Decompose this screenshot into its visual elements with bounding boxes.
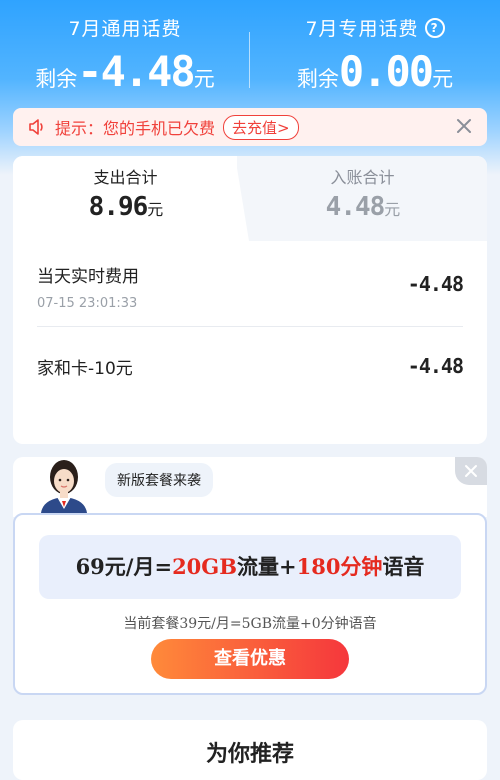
avatar (41, 460, 87, 513)
plan-data: 20GB (172, 554, 237, 579)
tab-income-value: 4.48 (325, 192, 386, 222)
plan-voice: 180分钟 (296, 554, 383, 579)
bill-summary-card: 支出合计 8.96元 入账合计 4.48元 当天实时费用 07-15 23:01… (13, 156, 487, 444)
notice-text: 提示：您的手机已欠费 (55, 119, 216, 138)
speaker-icon (29, 119, 43, 135)
tab-expense-value: 8.96 (88, 192, 149, 222)
tab-expense[interactable]: 支出合计 8.96元 (13, 164, 238, 222)
item-name: 家和卡-10元 (37, 359, 133, 379)
plan-price: 69元/月= (75, 554, 173, 579)
list-item[interactable]: 当天实时费用 07-15 23:01:33 -4.48 (37, 262, 464, 311)
special-balance-unit: 元 (432, 67, 454, 91)
tab-income[interactable]: 入账合计 4.48元 (250, 164, 475, 222)
plan-voice-label: 语音 (382, 554, 425, 579)
general-balance-amount: -4.48 (77, 47, 195, 96)
special-balance-prefix: 剩余 (296, 67, 339, 91)
item-amount: -4.48 (407, 354, 464, 378)
special-balance[interactable]: 7月专用话费? 剩余0.00元 (250, 14, 500, 96)
promo-box: 69元/月=20GB流量+180分钟语音 当前套餐39元/月=5GB流量+0分钟… (13, 513, 487, 695)
general-balance-prefix: 剩余 (35, 67, 78, 91)
tab-expense-unit: 元 (147, 200, 163, 219)
list-divider (37, 326, 463, 327)
general-balance[interactable]: 7月通用话费 剩余-4.48元 (0, 14, 250, 96)
plan-data-label: 流量+ (236, 554, 297, 579)
tab-income-unit: 元 (384, 200, 400, 219)
item-amount: -4.48 (407, 272, 464, 296)
general-balance-unit: 元 (193, 67, 215, 91)
balance-header: 7月通用话费 剩余-4.48元 7月专用话费? 剩余0.00元 (0, 0, 500, 175)
recommend-title: 为你推荐 (205, 742, 294, 767)
plan-offer[interactable]: 69元/月=20GB流量+180分钟语音 (39, 535, 461, 599)
promo-card: 新版套餐来袭 69元/月=20GB流量+180分钟语音 当前套餐39元/月=5G… (13, 457, 487, 703)
current-plan: 当前套餐39元/月=5GB流量+0分钟语音 (123, 616, 377, 632)
recommend-card: 为你推荐 (13, 720, 487, 780)
tab-expense-label: 支出合计 (93, 168, 158, 187)
help-icon[interactable]: ? (424, 17, 445, 38)
arrears-notice: 提示：您的手机已欠费 去充值> (13, 108, 487, 146)
promo-bubble: 新版套餐来袭 (105, 463, 213, 497)
view-offer-button[interactable]: 查看优惠 (151, 639, 349, 679)
promo-close[interactable] (455, 457, 487, 485)
general-balance-title: 7月通用话费 (68, 18, 182, 40)
tab-income-label: 入账合计 (330, 168, 395, 187)
close-icon (465, 465, 477, 477)
special-balance-amount: 0.00 (338, 47, 434, 96)
item-time: 07-15 23:01:33 (37, 296, 138, 311)
special-balance-title: 7月专用话费 (305, 18, 419, 40)
close-icon[interactable] (455, 117, 473, 135)
recharge-button[interactable]: 去充值> (223, 114, 299, 140)
item-name: 当天实时费用 (37, 267, 139, 287)
list-item[interactable]: 家和卡-10元 -4.48 (37, 354, 464, 379)
